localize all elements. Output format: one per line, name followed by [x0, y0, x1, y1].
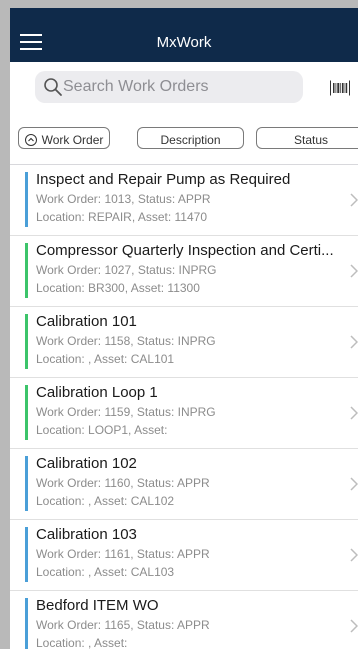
sort-status-button[interactable]: Status: [256, 127, 358, 149]
search-input[interactable]: [63, 71, 293, 103]
list-item[interactable]: Bedford ITEM WO Work Order: 1165, Status…: [10, 591, 358, 649]
chevron-right-icon: [350, 477, 358, 491]
work-order-title: Bedford ITEM WO: [36, 597, 159, 614]
work-order-title: Calibration 102: [36, 455, 137, 472]
list-item[interactable]: Calibration 102 Work Order: 1160, Status…: [10, 449, 358, 520]
list-item[interactable]: Calibration 103 Work Order: 1161, Status…: [10, 520, 358, 591]
status-indicator: [25, 172, 28, 227]
work-order-title: Calibration 101: [36, 313, 137, 330]
chevron-right-icon: [350, 619, 358, 633]
chevron-right-icon: [350, 406, 358, 420]
chevron-right-icon: [350, 335, 358, 349]
work-order-location-line: Location: , Asset: CAL102: [36, 494, 175, 508]
chevron-right-icon: [350, 548, 358, 562]
work-order-status-line: Work Order: 1165, Status: APPR: [36, 618, 210, 632]
work-order-status-line: Work Order: 1159, Status: INPRG: [36, 405, 216, 419]
barcode-icon[interactable]: [330, 80, 350, 96]
sort-description-button[interactable]: Description: [137, 127, 244, 149]
sort-work-order-button[interactable]: Work Order: [18, 127, 110, 149]
status-indicator: [25, 527, 28, 582]
status-indicator: [25, 385, 28, 440]
work-order-location-line: Location: , Asset: CAL101: [36, 352, 175, 366]
work-order-title: Inspect and Repair Pump as Required: [36, 171, 291, 188]
list-item[interactable]: Calibration Loop 1 Work Order: 1159, Sta…: [10, 378, 358, 449]
work-order-status-line: Work Order: 1013, Status: APPR: [36, 192, 211, 206]
work-order-title: Compressor Quarterly Inspection and Cert…: [36, 242, 334, 259]
search-icon: [44, 78, 62, 96]
status-indicator: [25, 598, 28, 649]
sort-work-order-label: Work Order: [41, 132, 104, 147]
up-arrow-circle-icon: [24, 133, 37, 146]
list-item[interactable]: Calibration 101 Work Order: 1158, Status…: [10, 307, 358, 378]
search-area: [10, 62, 358, 116]
work-order-status-line: Work Order: 1161, Status: APPR: [36, 547, 210, 561]
search-bar[interactable]: [35, 71, 303, 103]
work-order-status-line: Work Order: 1158, Status: INPRG: [36, 334, 216, 348]
list-item[interactable]: Compressor Quarterly Inspection and Cert…: [10, 236, 358, 307]
sort-bar: Work Order Description Status: [10, 116, 358, 165]
work-order-location-line: Location: REPAIR, Asset: 11470: [36, 210, 207, 224]
work-order-location-line: Location: LOOP1, Asset:: [36, 423, 168, 437]
work-order-status-line: Work Order: 1160, Status: APPR: [36, 476, 210, 490]
work-order-title: Calibration 103: [36, 526, 137, 543]
work-order-location-line: Location: BR300, Asset: 11300: [36, 281, 200, 295]
app-screen: MxWork Work Order Des: [10, 8, 358, 649]
status-indicator: [25, 314, 28, 369]
status-indicator: [25, 243, 28, 298]
work-order-list: Inspect and Repair Pump as Required Work…: [10, 165, 358, 649]
app-title: MxWork: [156, 34, 212, 51]
nav-bar: MxWork: [10, 8, 358, 62]
work-order-title: Calibration Loop 1: [36, 384, 158, 401]
chevron-right-icon: [350, 264, 358, 278]
work-order-location-line: Location: , Asset: CAL103: [36, 565, 175, 579]
chevron-right-icon: [350, 193, 358, 207]
status-indicator: [25, 456, 28, 511]
list-item[interactable]: Inspect and Repair Pump as Required Work…: [10, 165, 358, 236]
work-order-location-line: Location: , Asset:: [36, 636, 128, 649]
work-order-status-line: Work Order: 1027, Status: INPRG: [36, 263, 217, 277]
sort-description-label: Description: [160, 132, 221, 147]
sort-status-label: Status: [293, 132, 329, 147]
